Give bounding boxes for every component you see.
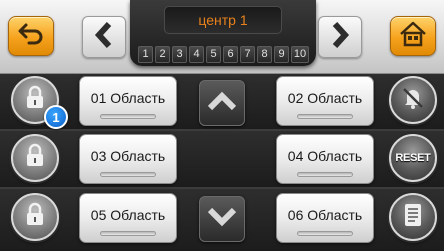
notification-badge: 1 — [44, 105, 68, 129]
area-status-bar — [100, 114, 156, 119]
lock-icon — [24, 202, 46, 233]
area-status-bar — [100, 172, 156, 177]
page-title: центр 1 — [164, 6, 282, 34]
reset-label: RESET — [395, 152, 431, 164]
page-button[interactable]: 6 — [223, 46, 238, 63]
page-button[interactable]: 2 — [155, 46, 170, 63]
back-arrow-icon — [17, 22, 45, 51]
area-label: 05 Область — [90, 207, 166, 223]
area-04-button[interactable]: 04 Область — [276, 134, 374, 184]
area-label: 01 Область — [90, 90, 166, 106]
home-button[interactable] — [390, 16, 436, 56]
row-2 — [0, 131, 444, 187]
page-button[interactable]: 5 — [206, 46, 221, 63]
bell-off-icon — [400, 85, 426, 116]
area-status-bar — [297, 114, 353, 119]
chevron-up-icon — [207, 91, 237, 116]
mute-alarm-button[interactable] — [389, 76, 437, 124]
lock-icon — [24, 143, 46, 174]
area-status-bar — [297, 172, 353, 177]
area-label: 04 Область — [287, 148, 363, 164]
scroll-up-button[interactable] — [199, 80, 245, 126]
chevron-down-icon — [207, 207, 237, 232]
area-label: 06 Область — [287, 207, 363, 223]
scroll-down-button[interactable] — [199, 196, 245, 242]
area-05-button[interactable]: 05 Область — [79, 193, 177, 243]
area-label: 03 Область — [90, 148, 166, 164]
page-button[interactable]: 1 — [138, 46, 153, 63]
page-button[interactable]: 9 — [274, 46, 289, 63]
chevron-right-icon — [329, 21, 351, 54]
area-03-button[interactable]: 03 Область — [79, 134, 177, 184]
page-button[interactable]: 3 — [172, 46, 187, 63]
area-status-bar — [297, 231, 353, 236]
page-selector: 1 2 3 4 5 6 7 8 9 10 — [138, 46, 309, 64]
area-status-bar — [100, 231, 156, 236]
lock-icon — [24, 85, 46, 116]
next-page-button[interactable] — [318, 16, 362, 58]
page-button[interactable]: 10 — [291, 46, 309, 63]
page-button[interactable]: 8 — [257, 46, 272, 63]
top-bar: центр 1 1 2 3 4 5 6 7 8 9 10 — [0, 0, 444, 74]
security-panel-screen: центр 1 1 2 3 4 5 6 7 8 9 10 1 01 Област… — [0, 0, 444, 251]
lock-button-row2[interactable] — [11, 134, 59, 182]
page-button[interactable]: 4 — [189, 46, 204, 63]
back-button[interactable] — [8, 16, 54, 56]
lock-button-row3[interactable] — [11, 193, 59, 241]
event-log-button[interactable] — [389, 193, 437, 241]
document-icon — [402, 202, 424, 233]
prev-page-button[interactable] — [82, 16, 126, 58]
page-button[interactable]: 7 — [240, 46, 255, 63]
chevron-left-icon — [93, 21, 115, 54]
reset-button[interactable]: RESET — [389, 134, 437, 182]
area-label: 02 Область — [287, 90, 363, 106]
center-panel: центр 1 1 2 3 4 5 6 7 8 9 10 — [130, 0, 316, 66]
home-icon — [398, 20, 428, 53]
area-02-button[interactable]: 02 Область — [276, 76, 374, 126]
area-06-button[interactable]: 06 Область — [276, 193, 374, 243]
area-01-button[interactable]: 01 Область — [79, 76, 177, 126]
